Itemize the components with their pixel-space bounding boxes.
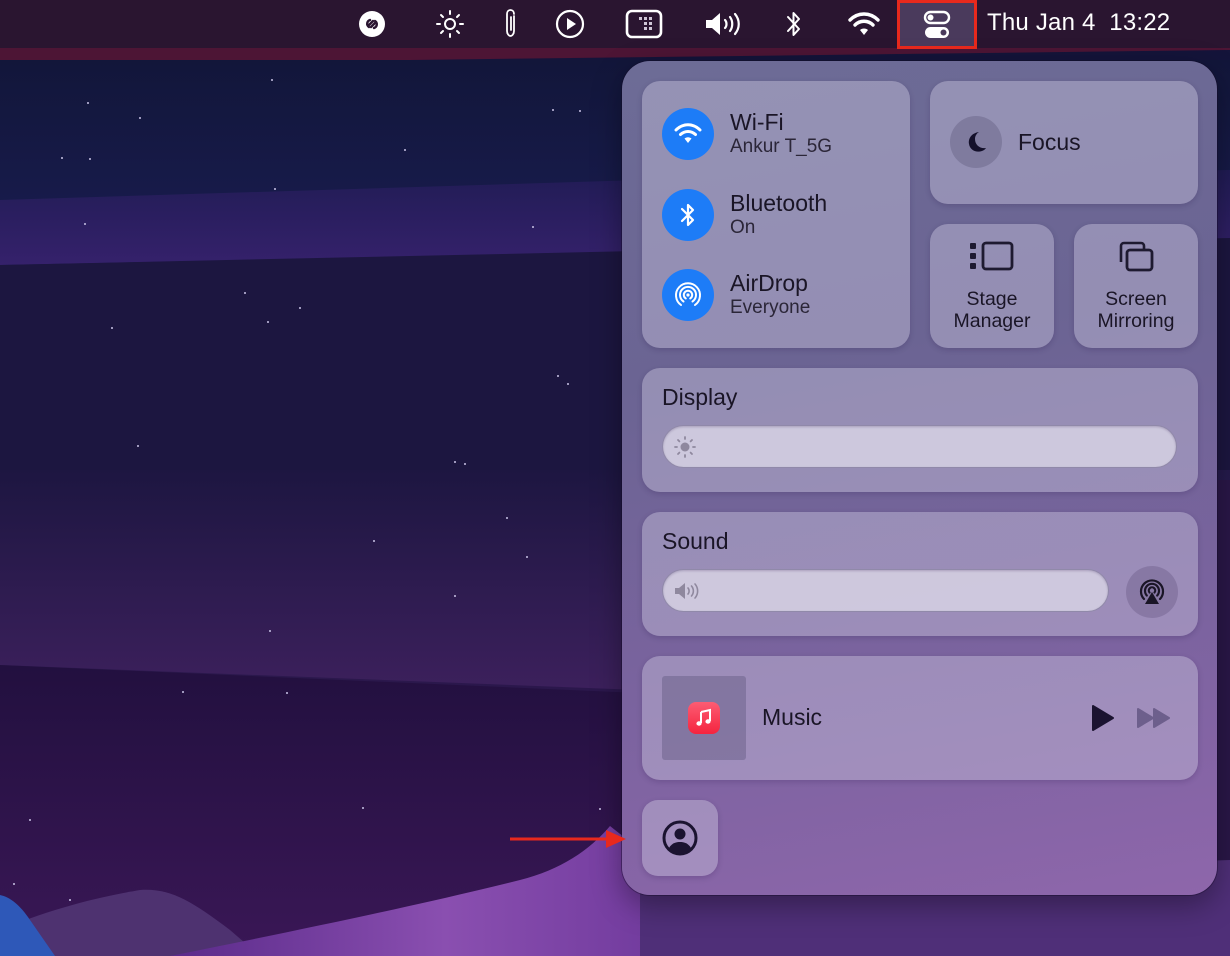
sound-tile: Sound: [642, 512, 1198, 636]
bluetooth-status: On: [730, 217, 756, 238]
bluetooth-label: Bluetooth: [730, 190, 828, 216]
control-center-icon: [900, 3, 974, 46]
airdrop-label: AirDrop: [730, 270, 808, 296]
stage-manager-button[interactable]: Stage Manager: [930, 224, 1054, 348]
speaker-icon: [673, 570, 703, 611]
focus-button[interactable]: Focus: [930, 81, 1198, 204]
brightness-icon[interactable]: [434, 0, 466, 48]
airplay-audio-icon: [1139, 579, 1165, 604]
fast-forward-icon: [1137, 708, 1170, 728]
volume-slider[interactable]: [662, 569, 1109, 612]
stage-manager-label: Stage Manager: [930, 288, 1054, 332]
screen-mirroring-label-line2: Mirroring: [1097, 310, 1175, 332]
bluetooth-icon[interactable]: [662, 189, 714, 241]
shazam-icon[interactable]: [356, 0, 388, 48]
next-track-button[interactable]: [1134, 703, 1174, 733]
moon-icon: [950, 116, 1002, 168]
bluetooth-toggle[interactable]: Bluetooth On: [662, 189, 827, 241]
play-circle-icon[interactable]: [553, 0, 587, 48]
screen-mirroring-label: Screen Mirroring: [1074, 288, 1198, 332]
stage-manager-label-line1: Stage: [966, 288, 1018, 310]
album-art: [662, 676, 746, 760]
airdrop-toggle[interactable]: AirDrop Everyone: [662, 269, 810, 321]
menubar-clock[interactable]: Thu Jan 4 13:22: [987, 0, 1170, 48]
brightness-slider[interactable]: [662, 425, 1177, 468]
focus-label: Focus: [1018, 129, 1081, 155]
screen-mirroring-icon: [1074, 240, 1198, 274]
menubar-time: 13:22: [1109, 9, 1171, 36]
screen-mirroring-label-line1: Screen: [1105, 288, 1167, 310]
menu-bar: Thu Jan 4 13:22: [0, 0, 1230, 49]
play-button[interactable]: [1087, 703, 1117, 733]
menubar-date: Thu Jan 4: [987, 9, 1096, 36]
screen-mirroring-button[interactable]: Screen Mirroring: [1074, 224, 1198, 348]
display-label: Display: [662, 384, 738, 410]
wifi-network-name: Ankur T_5G: [730, 136, 833, 157]
stage-manager-icon: [930, 240, 1054, 274]
volume-icon[interactable]: [702, 0, 746, 48]
wifi-toggle[interactable]: Wi-Fi Ankur T_5G: [662, 108, 832, 160]
control-center-panel: Wi-Fi Ankur T_5G Bluetooth On AirDrop Ev…: [622, 61, 1217, 895]
brightness-icon: [673, 426, 697, 467]
sound-label: Sound: [662, 528, 729, 554]
wifi-icon[interactable]: [844, 0, 884, 48]
wifi-label: Wi-Fi: [730, 109, 784, 135]
now-playing-app: Music: [762, 704, 823, 730]
user-circle-icon: [662, 820, 698, 856]
annotation-arrow: [510, 830, 626, 848]
now-playing-tile[interactable]: Music: [642, 656, 1198, 780]
wifi-icon[interactable]: [662, 108, 714, 160]
paperclip-icon[interactable]: [498, 0, 524, 48]
airdrop-visibility: Everyone: [730, 297, 811, 318]
airdrop-icon[interactable]: [662, 269, 714, 321]
keyboard-brightness-icon[interactable]: [624, 0, 664, 48]
bluetooth-icon[interactable]: [780, 0, 808, 48]
airplay-audio-button[interactable]: [1126, 566, 1178, 618]
control-center-menubar-button[interactable]: [897, 0, 977, 49]
stage-manager-label-line2: Manager: [953, 310, 1031, 332]
play-icon: [1092, 705, 1114, 731]
user-switch-button[interactable]: [642, 800, 718, 876]
display-tile: Display: [642, 368, 1198, 492]
connectivity-tile: Wi-Fi Ankur T_5G Bluetooth On AirDrop Ev…: [642, 81, 910, 348]
music-app-icon: [688, 702, 720, 734]
